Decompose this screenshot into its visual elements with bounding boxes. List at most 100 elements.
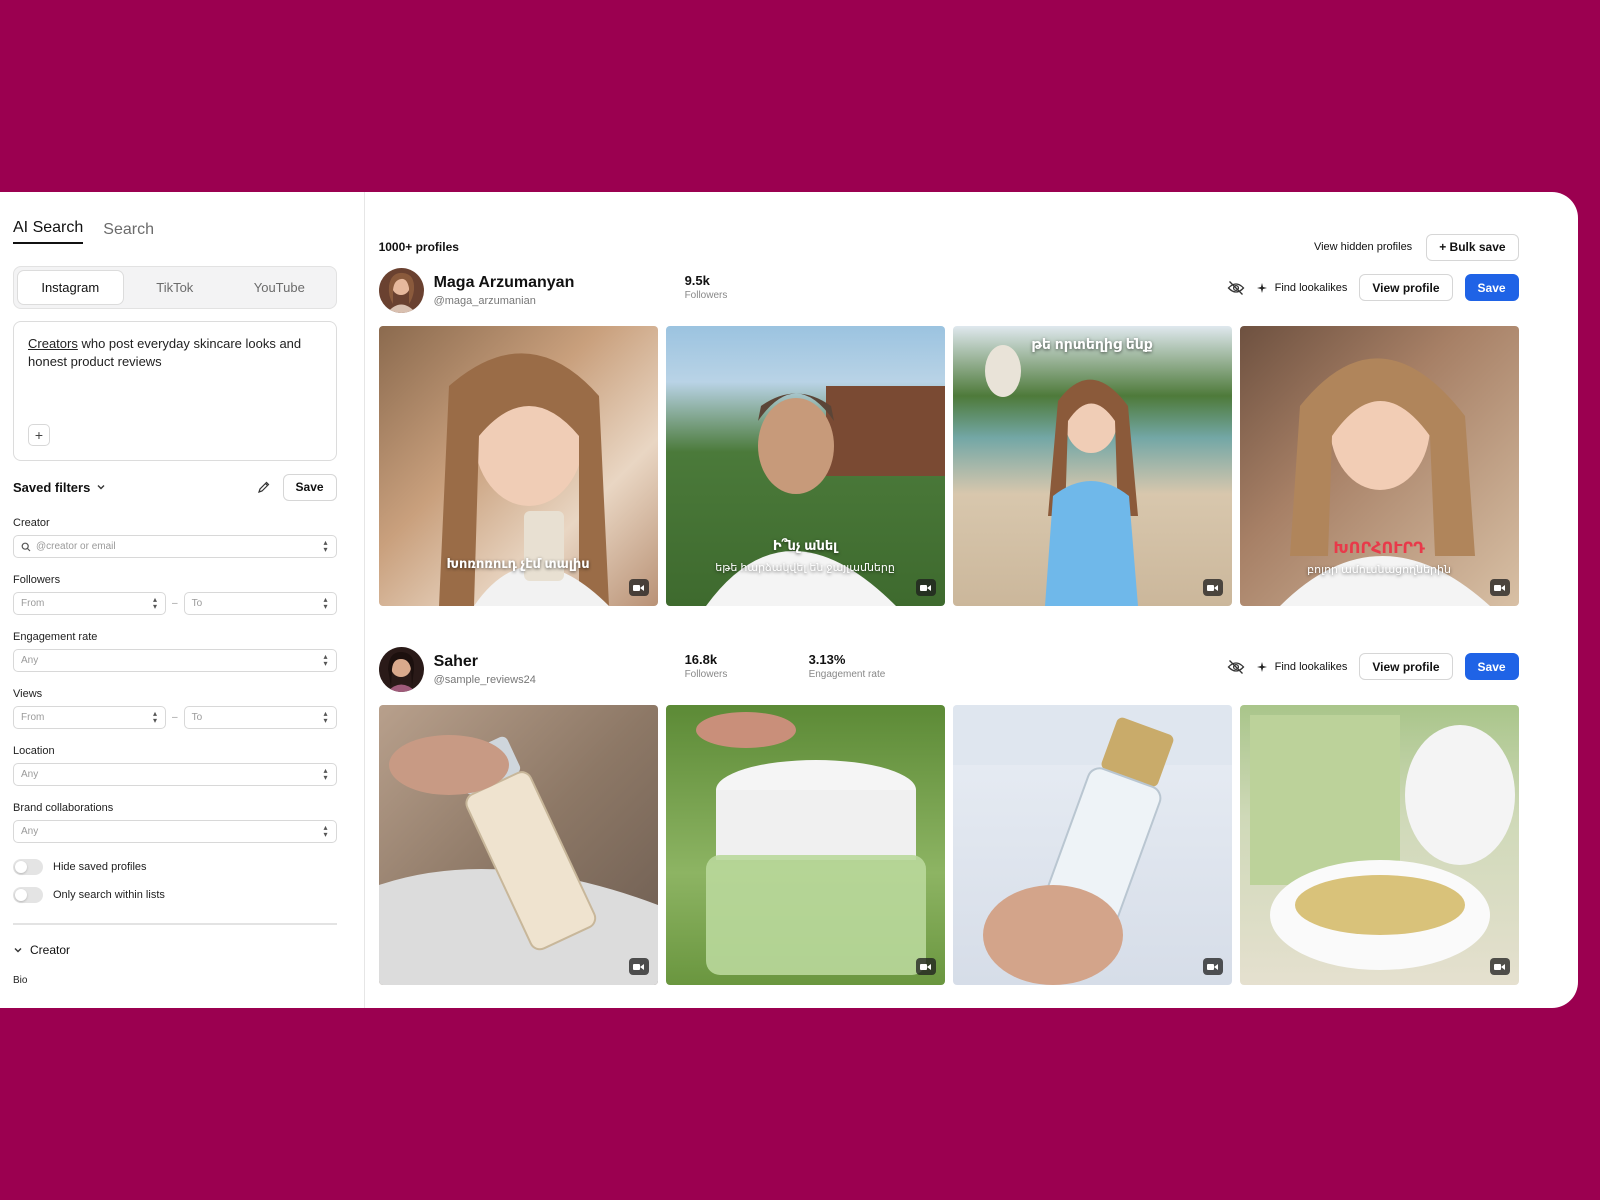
saved-filters-dropdown[interactable]: Saved filters	[13, 480, 106, 495]
followers-value: 9.5k	[684, 273, 710, 288]
results-panel: 1000+ profiles View hidden profiles + Bu…	[365, 192, 1578, 1008]
app-window: AI Search Search Instagram TikTok YouTub…	[0, 192, 1578, 1008]
media-thumbnail[interactable]	[665, 705, 945, 985]
media-thumbnail[interactable]: ԽՈՐՀՈՒՐԴ բոլոր ամուսնացողներին	[1239, 326, 1519, 606]
profile-actions: Find lookalikes View profile Save	[1227, 274, 1519, 301]
save-profile-button[interactable]: Save	[1464, 274, 1519, 301]
engagement-select[interactable]: Any ▴ ▾	[13, 649, 337, 672]
media-thumbnail[interactable]: Խոռոռուդ չէմ տալիս	[378, 326, 658, 606]
followers-stat: 16.8k Followers	[685, 652, 728, 680]
view-profile-button[interactable]: View profile	[1359, 653, 1453, 680]
video-icon	[1202, 579, 1223, 596]
only-lists-row: Only search within lists	[13, 887, 337, 903]
platform-switcher: Instagram TikTok YouTube	[13, 266, 337, 309]
media-thumbnail[interactable]	[378, 705, 658, 985]
sparkle-icon	[1256, 282, 1267, 293]
media-caption: Ի՞նչ անել	[772, 538, 838, 553]
avatar[interactable]	[378, 267, 424, 313]
view-hidden-profiles-link[interactable]: View hidden profiles	[1314, 241, 1412, 253]
find-lookalikes-button[interactable]: Find lookalikes	[1256, 282, 1347, 294]
media-thumbnail[interactable]	[1239, 705, 1519, 985]
creator-placeholder: @creator or email	[36, 541, 116, 552]
only-lists-toggle[interactable]	[13, 887, 43, 903]
followers-stat: 9.5k Followers	[685, 273, 728, 301]
find-lookalikes-button[interactable]: Find lookalikes	[1256, 660, 1348, 673]
saved-filters-label: Saved filters	[13, 479, 91, 495]
prompt-highlight-word: Creators	[28, 336, 78, 351]
sort-arrows-icon: ▴ ▾	[323, 823, 328, 839]
find-lookalikes-label: Find lookalikes	[1274, 660, 1348, 673]
search-icon	[21, 542, 31, 551]
followers-to-select[interactable]: To ▴ ▾	[183, 592, 337, 615]
creator-section-toggle[interactable]: Creator	[13, 943, 337, 957]
to-placeholder: To	[191, 712, 203, 723]
save-filters-button[interactable]: Save	[282, 473, 337, 501]
saved-filters-row: Saved filters Save	[13, 473, 337, 501]
any-placeholder: Any	[21, 655, 39, 666]
platform-instagram[interactable]: Instagram	[18, 271, 123, 304]
video-icon	[915, 958, 936, 975]
avatar[interactable]	[378, 646, 424, 692]
video-icon	[1489, 579, 1510, 596]
add-attachment-button[interactable]: +	[28, 424, 50, 446]
sparkle-icon	[1256, 661, 1267, 672]
profile-handle: @maga_arzumanian	[433, 294, 536, 307]
profile-name[interactable]: Saher	[434, 653, 684, 671]
range-dash: –	[172, 712, 178, 723]
followers-label: Followers	[13, 574, 61, 586]
profile-name[interactable]: Maga Arzumanyan	[434, 274, 684, 292]
location-select[interactable]: Any ▴ ▾	[13, 763, 337, 786]
engagement-stat-label: Engagement rate	[808, 669, 886, 680]
profile-header: Saher @sample_reviews24 16.8k Followers …	[378, 641, 1519, 697]
hide-eye-icon[interactable]	[1227, 659, 1245, 675]
portrait-graphic	[984, 345, 1138, 606]
followers-stat-label: Followers	[684, 290, 728, 301]
only-lists-label: Only search within lists	[53, 889, 165, 901]
views-to-select[interactable]: To ▴ ▾	[183, 706, 337, 729]
media-caption: թե որտեղից ենք	[1031, 336, 1153, 352]
brand-collab-select[interactable]: Any ▴ ▾	[13, 820, 337, 843]
bulk-save-button[interactable]: + Bulk save	[1426, 233, 1519, 261]
hide-eye-icon[interactable]	[1227, 280, 1245, 296]
tab-ai-search[interactable]: AI Search	[13, 219, 84, 244]
any-placeholder: Any	[21, 826, 39, 837]
sidebar-divider	[13, 923, 337, 925]
view-profile-button[interactable]: View profile	[1359, 274, 1453, 301]
range-dash: –	[172, 598, 178, 609]
platform-youtube[interactable]: YouTube	[227, 271, 332, 304]
views-from-select[interactable]: From ▴ ▾	[13, 706, 166, 729]
hide-saved-row: Hide saved profiles	[13, 859, 337, 875]
to-placeholder: To	[191, 598, 203, 609]
chevron-down-icon	[97, 485, 105, 490]
video-icon	[628, 958, 649, 975]
sort-arrows-icon: ▴ ▾	[323, 538, 328, 554]
save-profile-button[interactable]: Save	[1464, 653, 1519, 680]
creator-search-field[interactable]: @creator or email ▴ ▾	[13, 535, 337, 558]
media-thumbnail[interactable]	[952, 705, 1232, 985]
followers-range: From ▴ ▾ – To ▴ ▾	[13, 592, 337, 615]
tab-search[interactable]: Search	[103, 221, 154, 244]
product-graphic	[952, 705, 1232, 985]
followers-from-select[interactable]: From ▴ ▾	[13, 592, 166, 615]
creator-label: Creator	[13, 517, 50, 529]
brand-collab-label: Brand collaborations	[13, 802, 114, 814]
views-range: From ▴ ▾ – To ▴ ▾	[13, 706, 337, 729]
hide-saved-label: Hide saved profiles	[53, 861, 147, 873]
profile-actions: Find lookalikes View profile Save	[1227, 653, 1519, 680]
product-graphic	[695, 712, 926, 975]
results-header: 1000+ profiles View hidden profiles + Bu…	[379, 232, 1519, 262]
hide-saved-toggle[interactable]	[13, 859, 43, 875]
media-thumbnail[interactable]: Ի՞նչ անել եթե հարձակվել են ջայլամները	[665, 326, 945, 606]
pencil-icon[interactable]	[257, 480, 271, 494]
media-thumbnail[interactable]: թե որտեղից ենք	[952, 326, 1232, 606]
from-placeholder: From	[21, 598, 45, 609]
ai-prompt-input[interactable]: Creators who post everyday skincare look…	[13, 321, 337, 461]
media-row: Խոռոռուդ չէմ տալիս Ի՞նչ անել եթե հարձակվ…	[378, 326, 1519, 606]
profile-header: Maga Arzumanyan @maga_arzumanian 9.5k Fo…	[378, 262, 1519, 318]
media-subcaption: եթե հարձակվել են ջայլամները	[715, 562, 895, 574]
platform-tiktok[interactable]: TikTok	[123, 271, 228, 304]
video-icon	[1202, 958, 1223, 975]
media-subcaption: բոլոր ամուսնացողներին	[1307, 564, 1451, 576]
engagement-stat: 3.13% Engagement rate	[809, 652, 886, 680]
media-row	[378, 705, 1519, 985]
